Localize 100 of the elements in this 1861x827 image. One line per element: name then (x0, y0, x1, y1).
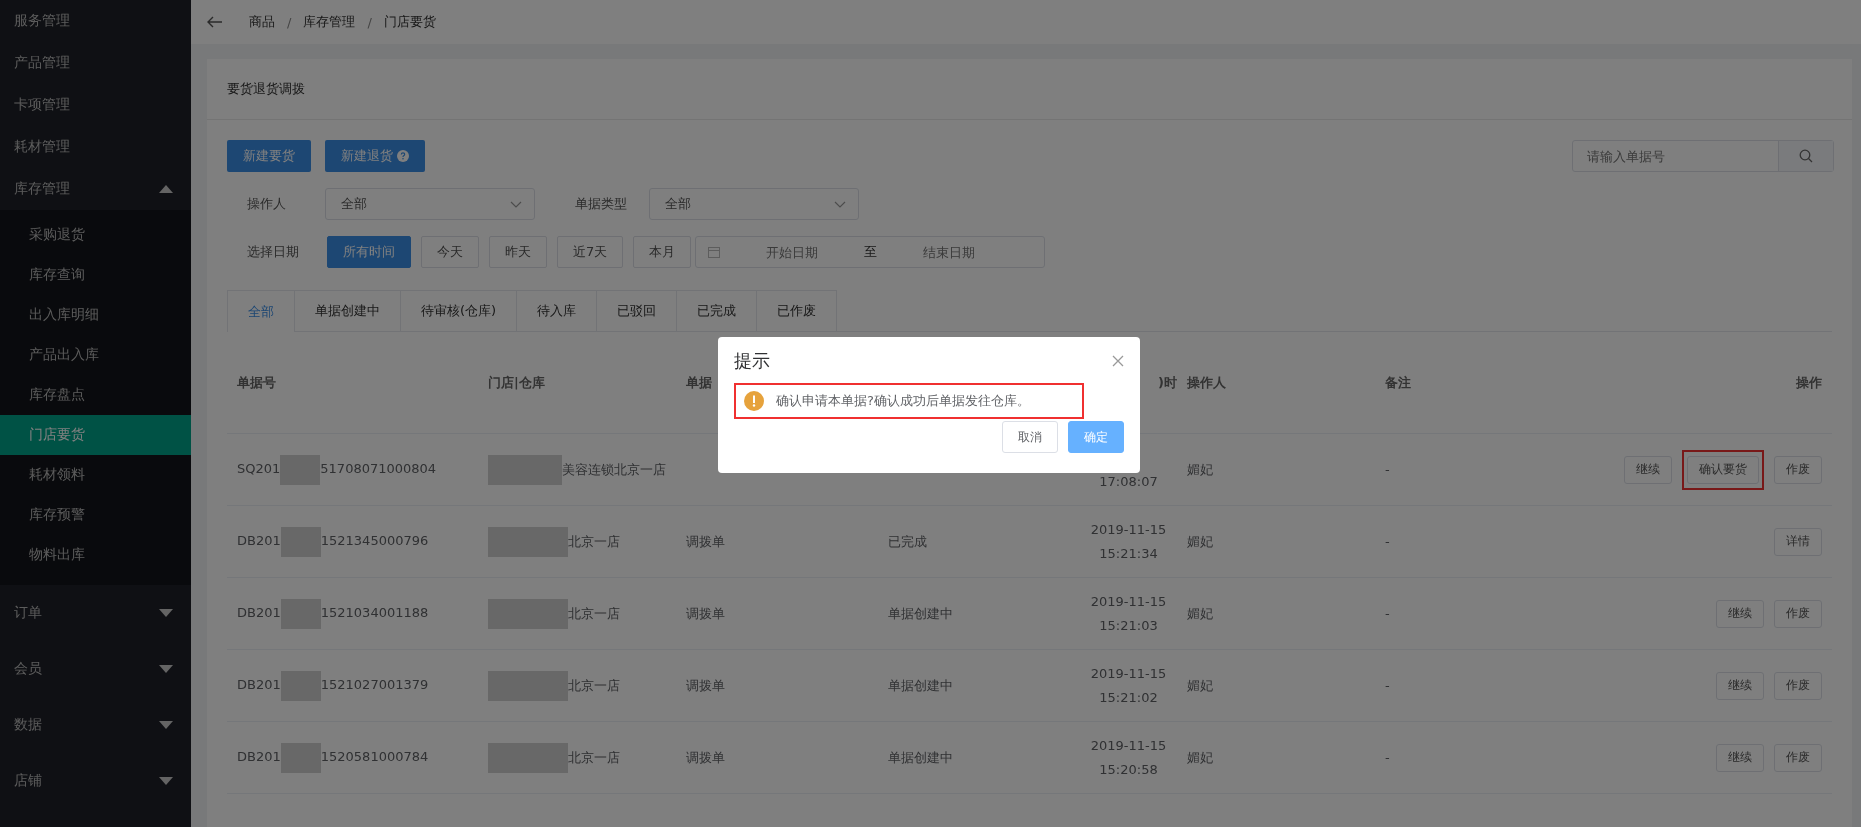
order-date: 2019-11-15 (1090, 592, 1167, 611)
sidebar-item[interactable]: 库存管理 (0, 168, 191, 210)
row-action-button[interactable]: 作废 (1774, 455, 1822, 484)
row-action-button[interactable]: 作废 (1774, 671, 1822, 700)
order-number: SQ201 51708071000804 (237, 461, 437, 476)
sidebar-item[interactable]: 订单 (0, 585, 191, 641)
row-action-button[interactable]: 继续 (1716, 671, 1764, 700)
end-date-input[interactable]: 结束日期 (877, 243, 1022, 261)
column-header: 门店|仓库 (488, 374, 545, 390)
caret-icon (159, 185, 173, 193)
breadcrumb-item[interactable]: 库存管理 (303, 13, 356, 31)
cancel-button[interactable]: 取消 (1002, 421, 1058, 453)
order-time: 15:21:03 (1099, 616, 1158, 635)
order-status: 单据创建中 (888, 677, 953, 693)
confirm-button[interactable]: 确定 (1068, 421, 1124, 453)
sidebar-item[interactable]: 耗材管理 (0, 126, 191, 168)
filter-label: 单据类型 (574, 195, 627, 213)
row-action-button[interactable]: 继续 (1716, 743, 1764, 772)
row-action-button[interactable]: 作废 (1774, 599, 1822, 628)
sidebar-subitem[interactable]: 产品出入库 (0, 335, 191, 375)
column-header: 备注 (1385, 374, 1411, 390)
caret-icon (159, 721, 173, 729)
dialog-title: 提示 (734, 349, 770, 373)
sidebar-item[interactable]: 会员 (0, 641, 191, 697)
caret-icon (159, 777, 173, 785)
column-header: 操作 (1796, 374, 1822, 390)
dialog-message: 确认申请本单据?确认成功后单据发往仓库。 (776, 392, 1030, 410)
sidebar-item[interactable]: 数据 (0, 697, 191, 753)
back-arrow-icon[interactable] (207, 16, 223, 28)
sidebar-item[interactable]: 店铺 (0, 753, 191, 809)
date-range-field[interactable]: 开始日期 至 结束日期 (695, 236, 1046, 268)
order-type: 调拨单 (686, 533, 725, 549)
operator-name: 媚妃 (1187, 533, 1213, 549)
sidebar-subitem[interactable]: 耗材领料 (0, 455, 191, 495)
caret-icon (159, 609, 173, 617)
order-number: DB201 1521345000796 (237, 533, 429, 548)
sidebar-subitem[interactable]: 采购退货 (0, 215, 191, 255)
filter-dropdown[interactable]: 全部 (325, 188, 535, 220)
close-icon[interactable] (1112, 355, 1124, 367)
filter-dropdown[interactable]: 全部 (649, 188, 859, 220)
date-range-button[interactable]: 本月 (633, 236, 692, 268)
create-button[interactable]: 新建要货 (227, 140, 311, 172)
sidebar-item[interactable]: 卡项管理 (0, 84, 191, 126)
note-text: - (1385, 462, 1390, 477)
order-number: DB201 1520581000784 (237, 749, 429, 764)
order-type: 调拨单 (686, 677, 725, 693)
sidebar-subitem[interactable]: 库存查询 (0, 255, 191, 295)
search-input[interactable]: 请输入单据号 (1573, 141, 1778, 171)
sidebar-subitem[interactable]: 库存盘点 (0, 375, 191, 415)
row-action-button[interactable]: 继续 (1624, 455, 1672, 484)
sidebar-subitem[interactable]: 库存预警 (0, 495, 191, 535)
status-tab[interactable]: 已作废 (756, 290, 838, 331)
date-range-button[interactable]: 所有时间 (327, 236, 411, 268)
column-header: 单据 (686, 374, 712, 390)
breadcrumb-item[interactable]: 商品 (249, 13, 275, 31)
column-header: )时 (1158, 374, 1177, 390)
order-status: 单据创建中 (888, 749, 953, 765)
column-header: 单据号 (237, 374, 276, 390)
row-action-button[interactable]: 继续 (1716, 599, 1764, 628)
search-icon[interactable] (1778, 141, 1833, 171)
order-number: DB201 1521034001188 (237, 605, 429, 620)
order-number: DB201 1521027001379 (237, 677, 429, 692)
breadcrumb-separator: / (287, 14, 292, 30)
sidebar-subitem[interactable]: 出入库明细 (0, 295, 191, 335)
date-range-button[interactable]: 近7天 (557, 236, 624, 268)
chevron-down-icon (510, 200, 522, 208)
note-text: - (1385, 678, 1390, 693)
search-field[interactable]: 请输入单据号 (1572, 140, 1834, 172)
sidebar-item[interactable]: 服务管理 (0, 0, 191, 42)
help-icon (397, 150, 409, 162)
order-type: 调拨单 (686, 605, 725, 621)
create-button[interactable]: 新建退货 (325, 140, 425, 172)
date-range-button[interactable]: 昨天 (489, 236, 547, 268)
note-text: - (1385, 750, 1390, 765)
note-text: - (1385, 534, 1390, 549)
chevron-down-icon (834, 200, 846, 208)
order-type: 调拨单 (686, 749, 725, 765)
order-status: 已完成 (888, 533, 927, 549)
order-time: 17:08:07 (1099, 472, 1158, 491)
order-time: 15:21:02 (1099, 688, 1158, 707)
date-range-button[interactable]: 今天 (421, 236, 479, 268)
calendar-icon (708, 246, 721, 258)
warning-icon (744, 391, 764, 411)
row-action-button[interactable]: 作废 (1774, 743, 1822, 772)
operator-name: 媚妃 (1187, 461, 1213, 477)
filter-label: 选择日期 (246, 243, 300, 261)
date-separator: 至 (864, 243, 878, 261)
column-header: 操作人 (1187, 374, 1226, 390)
breadcrumb-item[interactable]: 门店要货 (383, 13, 436, 31)
sidebar-subitem[interactable]: 物料出库 (0, 535, 191, 575)
row-action-button[interactable]: 确认要货 (1687, 455, 1759, 484)
operator-name: 媚妃 (1187, 677, 1213, 693)
status-tab[interactable]: 全部 (227, 290, 295, 332)
sidebar-subitem[interactable]: 门店要货 (0, 415, 191, 455)
sidebar-item[interactable]: 产品管理 (0, 42, 191, 84)
note-text: - (1385, 606, 1390, 621)
order-date: 2019-11-15 (1090, 520, 1167, 539)
start-date-input[interactable]: 开始日期 (720, 243, 865, 261)
row-action-button[interactable]: 详情 (1774, 527, 1822, 556)
order-status: 单据创建中 (888, 605, 953, 621)
